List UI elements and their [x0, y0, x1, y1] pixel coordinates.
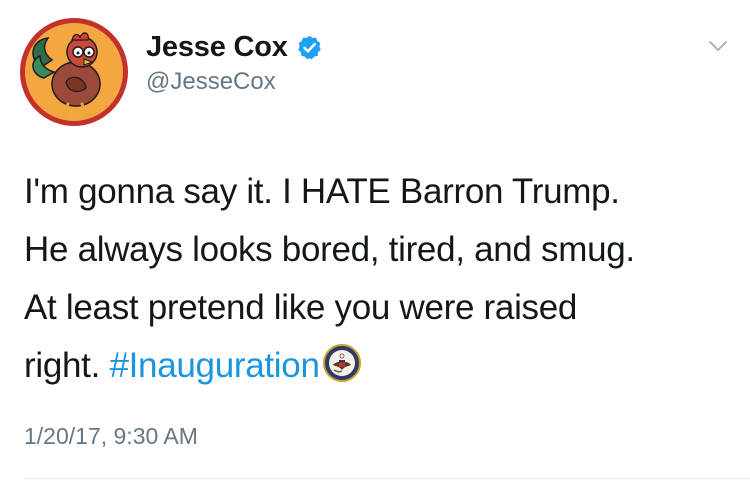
tweet-text-line: At least pretend like you were raised: [24, 288, 578, 327]
tweet-card: Jesse Cox @JesseCox I'm gonna say it. I …: [0, 0, 750, 482]
author-name-row: Jesse Cox: [146, 27, 323, 67]
hashtag-link[interactable]: #Inauguration: [109, 346, 319, 385]
presidential-seal-emoji-icon: [322, 343, 362, 383]
divider: [24, 478, 750, 479]
tweet-text-prefix: right.: [24, 346, 110, 385]
author-handle[interactable]: @JesseCox: [146, 68, 276, 96]
tweet-text-line: He always looks bored, tired, and smug.: [24, 230, 635, 269]
rooster-avatar-icon: [20, 18, 128, 126]
chevron-down-icon[interactable]: [706, 34, 730, 58]
verified-badge-icon: [296, 34, 323, 61]
author-display-name[interactable]: Jesse Cox: [146, 31, 288, 64]
tweet-text-line-last: right. #Inauguration: [24, 337, 734, 395]
tweet-timestamp[interactable]: 1/20/17, 9:30 AM: [24, 423, 198, 450]
tweet-text-line: I'm gonna say it. I HATE Barron Trump.: [24, 172, 620, 211]
tweet-text: I'm gonna say it. I HATE Barron Trump. H…: [24, 163, 734, 395]
avatar[interactable]: [18, 16, 130, 128]
